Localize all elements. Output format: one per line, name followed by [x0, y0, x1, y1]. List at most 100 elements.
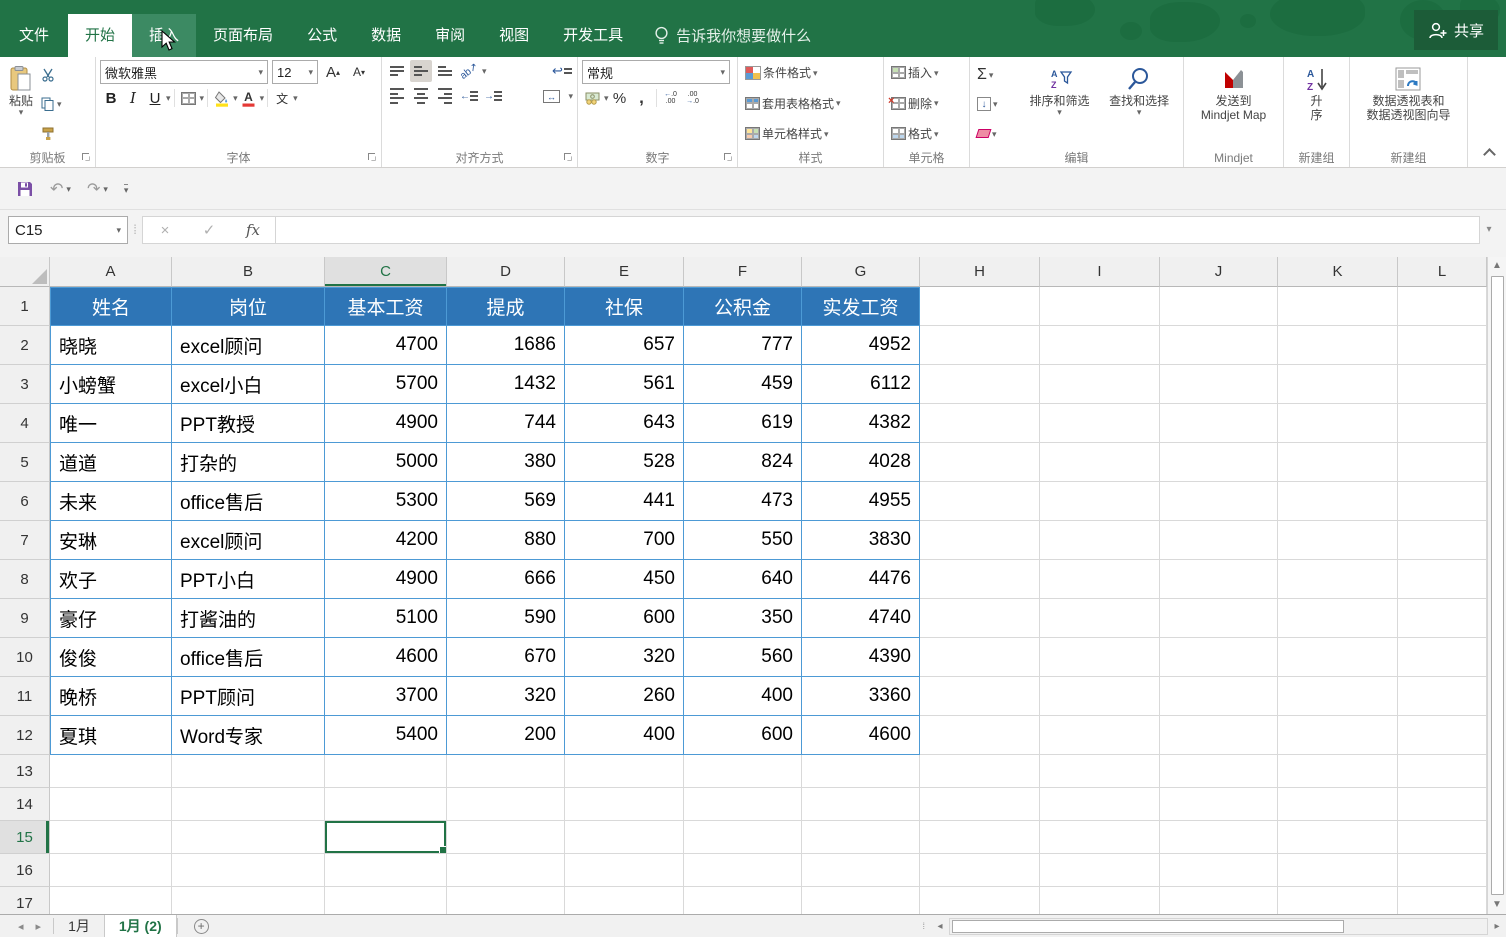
merge-center-button[interactable]: ↔ [536, 85, 566, 107]
horizontal-scroll-thumb[interactable] [952, 920, 1344, 933]
cut-button[interactable] [38, 62, 65, 87]
previous-sheet-button[interactable]: ◂ [18, 920, 24, 933]
accounting-format-button[interactable] [582, 87, 604, 109]
cell-G14[interactable] [802, 788, 920, 821]
table-cell-C10[interactable]: 4600 [325, 638, 447, 677]
font-color-button[interactable]: A [238, 87, 260, 109]
cell-L12[interactable] [1398, 716, 1487, 755]
table-cell-E12[interactable]: 400 [565, 716, 684, 755]
cell-A14[interactable] [50, 788, 172, 821]
cell-I17[interactable] [1040, 887, 1160, 914]
table-cell-G5[interactable]: 4028 [802, 443, 920, 482]
cell-C13[interactable] [325, 755, 447, 788]
cell-L13[interactable] [1398, 755, 1487, 788]
tab-数据[interactable]: 数据 [354, 14, 418, 57]
table-cell-E3[interactable]: 561 [565, 365, 684, 404]
name-box[interactable]: C15▾ [8, 216, 128, 244]
send-to-mindjet-button[interactable]: 发送到 Mindjet Map [1196, 60, 1271, 148]
cell-H3[interactable] [920, 365, 1040, 404]
table-header-F1[interactable]: 公积金 [684, 287, 802, 326]
cell-B15[interactable] [172, 821, 325, 854]
cell-H12[interactable] [920, 716, 1040, 755]
tab-开始[interactable]: 开始 [68, 14, 132, 57]
table-cell-G11[interactable]: 3360 [802, 677, 920, 716]
cell-J17[interactable] [1160, 887, 1278, 914]
cell-J6[interactable] [1160, 482, 1278, 521]
align-left-button[interactable] [386, 85, 408, 107]
row-header-13[interactable]: 13 [0, 755, 50, 788]
percent-button[interactable]: % [609, 87, 631, 109]
cell-E13[interactable] [565, 755, 684, 788]
table-cell-A12[interactable]: 夏琪 [50, 716, 172, 755]
cell-L1[interactable] [1398, 287, 1487, 326]
cell-H10[interactable] [920, 638, 1040, 677]
column-header-G[interactable]: G [802, 257, 920, 287]
cell-G15[interactable] [802, 821, 920, 854]
insert-function-button[interactable]: fx [231, 221, 275, 239]
table-cell-A7[interactable]: 安琳 [50, 521, 172, 560]
alignment-dialog-launcher[interactable] [564, 153, 574, 163]
vertical-scrollbar[interactable]: ▲ ▼ [1487, 257, 1506, 914]
table-cell-F12[interactable]: 600 [684, 716, 802, 755]
cell-H7[interactable] [920, 521, 1040, 560]
cell-E15[interactable] [565, 821, 684, 854]
cell-H15[interactable] [920, 821, 1040, 854]
cell-I12[interactable] [1040, 716, 1160, 755]
table-cell-D8[interactable]: 666 [447, 560, 565, 599]
cell-D15[interactable] [447, 821, 565, 854]
table-cell-G8[interactable]: 4476 [802, 560, 920, 599]
cell-K9[interactable] [1278, 599, 1398, 638]
table-header-C1[interactable]: 基本工资 [325, 287, 447, 326]
row-header-3[interactable]: 3 [0, 365, 50, 404]
column-header-K[interactable]: K [1278, 257, 1398, 287]
table-cell-E11[interactable]: 260 [565, 677, 684, 716]
table-cell-D10[interactable]: 670 [447, 638, 565, 677]
enter-button[interactable]: ✓ [187, 221, 231, 239]
cell-K13[interactable] [1278, 755, 1398, 788]
cell-I2[interactable] [1040, 326, 1160, 365]
comma-button[interactable]: , [631, 87, 653, 109]
cell-J14[interactable] [1160, 788, 1278, 821]
clear-button[interactable]: ▾ [974, 121, 1020, 146]
increase-indent-button[interactable]: → [482, 85, 504, 107]
save-button[interactable] [10, 176, 40, 202]
cell-G17[interactable] [802, 887, 920, 914]
cell-L11[interactable] [1398, 677, 1487, 716]
table-cell-B12[interactable]: Word专家 [172, 716, 325, 755]
table-cell-B3[interactable]: excel小白 [172, 365, 325, 404]
table-cell-A4[interactable]: 唯一 [50, 404, 172, 443]
table-cell-B5[interactable]: 打杂的 [172, 443, 325, 482]
row-header-4[interactable]: 4 [0, 404, 50, 443]
cell-I15[interactable] [1040, 821, 1160, 854]
align-bottom-button[interactable] [434, 60, 456, 82]
row-header-5[interactable]: 5 [0, 443, 50, 482]
table-cell-D3[interactable]: 1432 [447, 365, 565, 404]
column-header-L[interactable]: L [1398, 257, 1487, 287]
tab-审阅[interactable]: 审阅 [418, 14, 482, 57]
cell-K5[interactable] [1278, 443, 1398, 482]
cell-B16[interactable] [172, 854, 325, 887]
cell-C16[interactable] [325, 854, 447, 887]
underline-dropdown[interactable]: ▾ [166, 94, 171, 102]
cell-L5[interactable] [1398, 443, 1487, 482]
table-header-D1[interactable]: 提成 [447, 287, 565, 326]
active-cell-C15[interactable] [325, 821, 447, 854]
table-cell-A6[interactable]: 未来 [50, 482, 172, 521]
cell-J4[interactable] [1160, 404, 1278, 443]
pivot-wizard-button[interactable]: 数据透视表和 数据透视图向导 [1361, 60, 1455, 148]
table-cell-F4[interactable]: 619 [684, 404, 802, 443]
autosum-button[interactable]: Σ▾ [974, 62, 1020, 87]
sort-ascending-button[interactable]: AZ 升 序 [1300, 60, 1334, 148]
column-header-J[interactable]: J [1160, 257, 1278, 287]
cell-J2[interactable] [1160, 326, 1278, 365]
next-sheet-button[interactable]: ▸ [36, 920, 42, 933]
cell-H2[interactable] [920, 326, 1040, 365]
cell-H9[interactable] [920, 599, 1040, 638]
row-header-1[interactable]: 1 [0, 287, 50, 326]
formula-input[interactable] [276, 216, 1480, 244]
format-painter-button[interactable] [38, 121, 65, 146]
name-box-dropdown[interactable]: ▾ [116, 226, 121, 234]
row-header-14[interactable]: 14 [0, 788, 50, 821]
cell-J13[interactable] [1160, 755, 1278, 788]
merge-center-dropdown[interactable]: ▾ [568, 92, 573, 100]
